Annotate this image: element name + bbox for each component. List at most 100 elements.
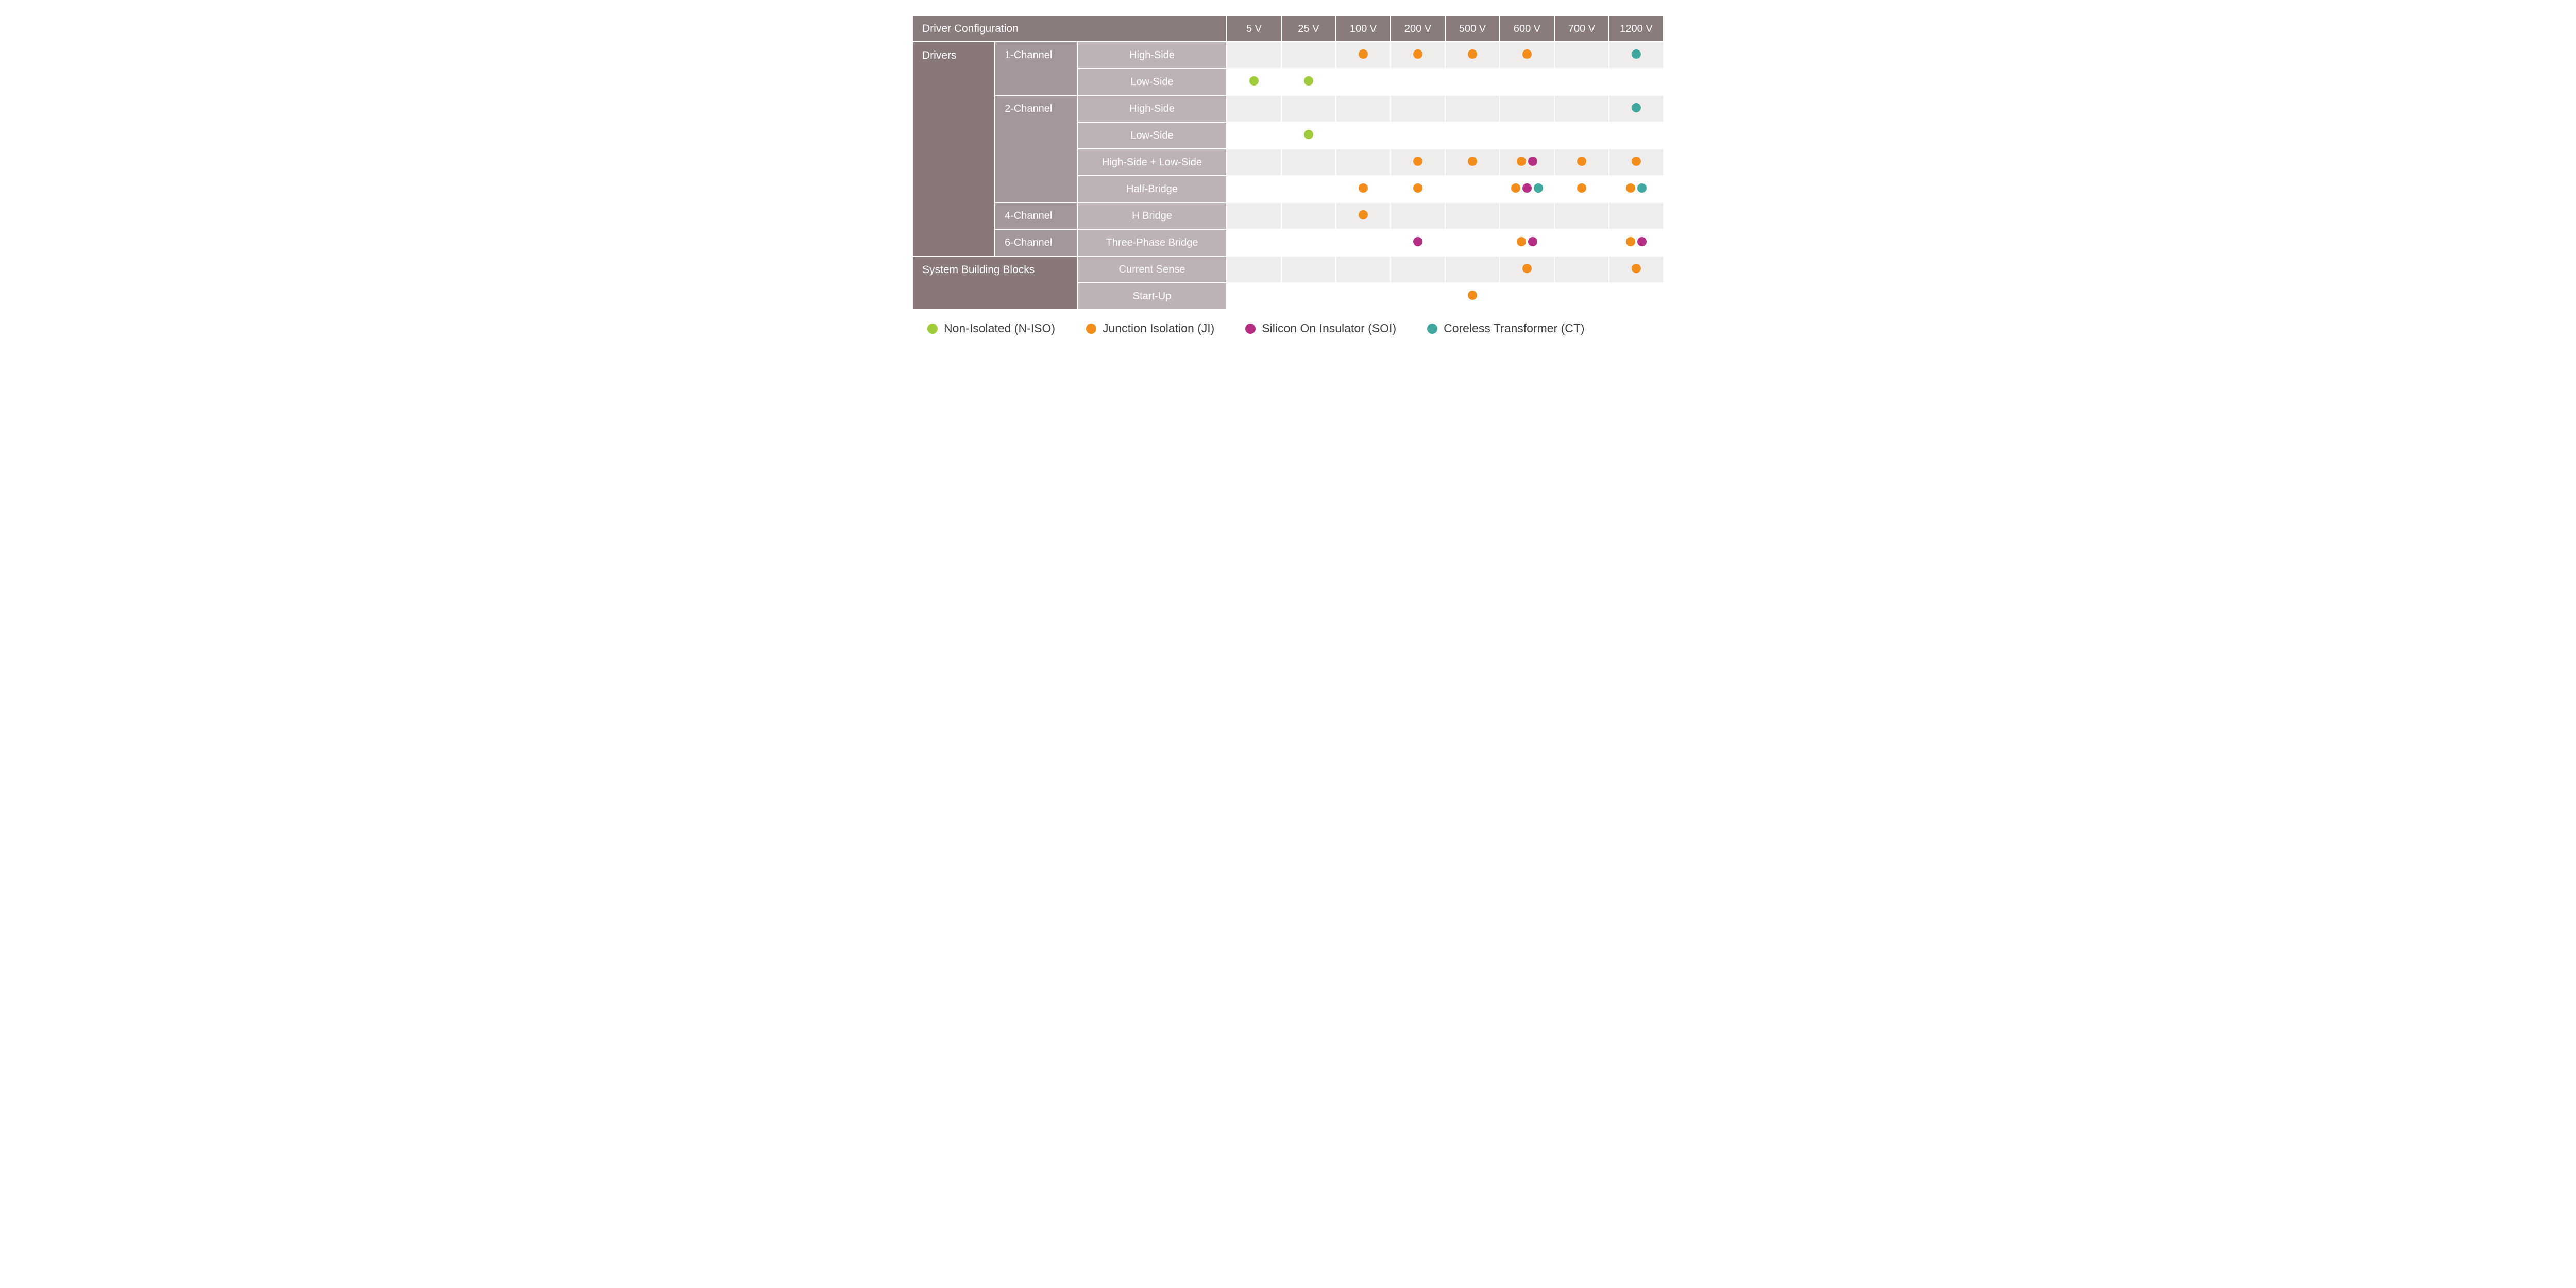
ji-dot: [1522, 264, 1532, 273]
data-cell: [1391, 283, 1445, 310]
data-cell: [1445, 122, 1500, 149]
header-voltage: 1200 V: [1609, 16, 1664, 42]
row-label: Half-Bridge: [1077, 176, 1227, 202]
soi-dot: [1637, 237, 1647, 246]
data-cell: [1554, 283, 1609, 310]
header-voltage: 100 V: [1336, 16, 1391, 42]
niso-dot: [1304, 130, 1313, 139]
data-cell: [1227, 202, 1281, 229]
ji-dot: [1577, 183, 1586, 193]
row-label: High-Side + Low-Side: [1077, 149, 1227, 176]
data-cell: [1336, 42, 1391, 69]
data-cell: [1445, 149, 1500, 176]
data-cell: [1554, 202, 1609, 229]
data-cell: [1391, 42, 1445, 69]
ji-dot: [1511, 183, 1520, 193]
soi-dot: [1413, 237, 1422, 246]
data-cell: [1391, 149, 1445, 176]
group-label: System Building Blocks: [912, 256, 1077, 310]
niso-icon: [927, 324, 938, 334]
data-cell: [1554, 229, 1609, 256]
data-cell: [1227, 42, 1281, 69]
legend-item-niso: Non-Isolated (N-ISO): [927, 321, 1055, 335]
data-cell: [1336, 69, 1391, 95]
data-cell: [1445, 202, 1500, 229]
header-voltage: 700 V: [1554, 16, 1609, 42]
data-cell: [1445, 176, 1500, 202]
data-cell: [1227, 69, 1281, 95]
data-cell: [1281, 95, 1336, 122]
data-cell: [1281, 176, 1336, 202]
ji-dot: [1413, 183, 1422, 193]
group-label: Drivers: [912, 42, 995, 256]
legend-label: Non-Isolated (N-ISO): [944, 321, 1055, 335]
row-label: High-Side: [1077, 42, 1227, 69]
data-cell: [1336, 149, 1391, 176]
data-cell: [1445, 256, 1500, 283]
data-cell: [1554, 149, 1609, 176]
data-cell: [1281, 69, 1336, 95]
row-label: H Bridge: [1077, 202, 1227, 229]
niso-dot: [1304, 76, 1313, 86]
data-cell: [1554, 256, 1609, 283]
data-cell: [1281, 42, 1336, 69]
legend-label: Junction Isolation (JI): [1103, 321, 1214, 335]
data-cell: [1391, 256, 1445, 283]
data-cell: [1445, 229, 1500, 256]
ji-dot: [1577, 157, 1586, 166]
data-cell: [1445, 283, 1500, 310]
data-cell: [1609, 122, 1664, 149]
legend-label: Silicon On Insulator (SOI): [1262, 321, 1396, 335]
data-cell: [1609, 176, 1664, 202]
ji-dot: [1359, 210, 1368, 219]
data-cell: [1336, 202, 1391, 229]
ji-dot: [1626, 237, 1635, 246]
data-cell: [1609, 283, 1664, 310]
ct-icon: [1427, 324, 1437, 334]
data-cell: [1281, 256, 1336, 283]
data-cell: [1500, 122, 1554, 149]
data-cell: [1554, 95, 1609, 122]
ji-dot: [1522, 49, 1532, 59]
data-cell: [1227, 283, 1281, 310]
data-cell: [1227, 122, 1281, 149]
soi-dot: [1528, 237, 1537, 246]
data-cell: [1500, 229, 1554, 256]
header-config: Driver Configuration: [912, 16, 1227, 42]
ji-icon: [1086, 324, 1096, 334]
row-label: Low-Side: [1077, 69, 1227, 95]
ct-dot: [1632, 49, 1641, 59]
data-cell: [1227, 95, 1281, 122]
data-cell: [1227, 176, 1281, 202]
header-voltage: 500 V: [1445, 16, 1500, 42]
data-cell: [1445, 42, 1500, 69]
driver-config-table: Driver Configuration5 V25 V100 V200 V500…: [912, 15, 1664, 310]
legend-item-ji: Junction Isolation (JI): [1086, 321, 1214, 335]
data-cell: [1227, 149, 1281, 176]
ji-dot: [1359, 183, 1368, 193]
channel-label: 6-Channel: [995, 229, 1077, 256]
ji-dot: [1632, 264, 1641, 273]
header-voltage: 200 V: [1391, 16, 1445, 42]
header-voltage: 600 V: [1500, 16, 1554, 42]
channel-label: 4-Channel: [995, 202, 1077, 229]
data-cell: [1554, 69, 1609, 95]
ct-dot: [1632, 103, 1641, 112]
ji-dot: [1359, 49, 1368, 59]
data-cell: [1500, 256, 1554, 283]
data-cell: [1391, 229, 1445, 256]
soi-icon: [1245, 324, 1256, 334]
data-cell: [1336, 256, 1391, 283]
ji-dot: [1632, 157, 1641, 166]
data-cell: [1391, 69, 1445, 95]
legend-item-soi: Silicon On Insulator (SOI): [1245, 321, 1396, 335]
data-cell: [1281, 122, 1336, 149]
data-cell: [1281, 149, 1336, 176]
row-label: Low-Side: [1077, 122, 1227, 149]
data-cell: [1609, 42, 1664, 69]
channel-label: 2-Channel: [995, 95, 1077, 202]
data-cell: [1609, 202, 1664, 229]
data-cell: [1500, 95, 1554, 122]
ji-dot: [1517, 237, 1526, 246]
data-cell: [1609, 95, 1664, 122]
